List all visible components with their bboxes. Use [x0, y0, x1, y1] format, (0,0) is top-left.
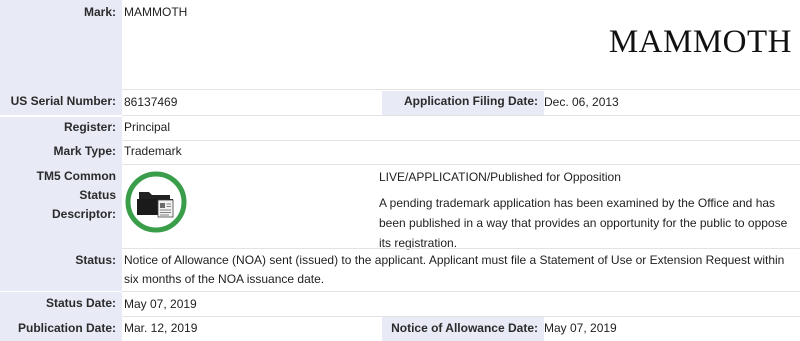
tm5-label-line2: Descriptor:	[51, 207, 116, 221]
divider	[122, 140, 800, 141]
mark-label-text: Mark:	[83, 5, 116, 19]
divider	[122, 89, 800, 90]
tm5-description: A pending trademark application has been…	[379, 196, 788, 250]
mark-type-value: Trademark	[124, 144, 182, 158]
noa-date: May 07, 2019	[544, 321, 617, 335]
register-value: Principal	[124, 120, 171, 134]
mark-value: MAMMOTH	[124, 5, 188, 19]
tm5-status-title: LIVE/APPLICATION/Published for Oppositio…	[379, 170, 621, 184]
status-date: May 07, 2019	[124, 297, 197, 311]
filing-date: Dec. 06, 2013	[544, 95, 619, 109]
serial-number: 86137469	[124, 95, 178, 109]
mark-label: Mark:	[0, 0, 122, 91]
status-date-label: Status Date:	[0, 292, 122, 319]
divider	[122, 115, 800, 116]
filing-date-label: Application Filing Date:	[382, 91, 544, 115]
folder-document-icon	[124, 170, 188, 234]
divider	[122, 291, 800, 292]
mark-type-label: Mark Type:	[0, 141, 122, 165]
divider	[122, 248, 800, 249]
mark-display-text: MAMMOTH	[608, 24, 792, 60]
noa-date-label: Notice of Allowance Date:	[382, 317, 544, 341]
publication-date-label: Publication Date:	[0, 317, 122, 341]
tm5-label: TM5 Common Status Descriptor:	[0, 165, 122, 249]
tm5-label-line1: TM5 Common Status	[36, 169, 116, 202]
trademark-status-panel: Mark: MAMMOTH MAMMOTH US Serial Number: …	[0, 0, 800, 341]
status-value: Notice of Allowance (NOA) sent (issued) …	[124, 253, 785, 286]
divider	[122, 164, 800, 165]
status-label: Status:	[0, 249, 122, 291]
publication-date: Mar. 12, 2019	[124, 321, 198, 335]
register-label: Register:	[0, 117, 122, 141]
serial-label: US Serial Number:	[0, 91, 122, 115]
